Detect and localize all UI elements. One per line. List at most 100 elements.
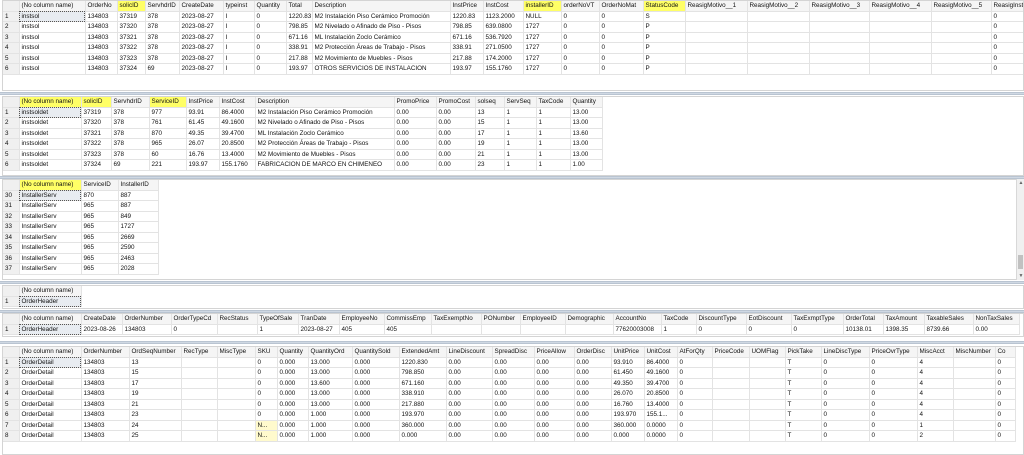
row-number[interactable]: 6	[3, 63, 20, 75]
column-header[interactable]: typeinst	[223, 1, 255, 12]
table-row[interactable]: 33 InstallerServ 965 1727	[3, 221, 159, 233]
column-header[interactable]: ReasigMotivo__3	[809, 1, 870, 12]
table-cell[interactable]: 1220.83	[286, 11, 313, 22]
table-cell[interactable]: 134803	[81, 388, 130, 400]
column-header[interactable]: MiscNumber	[953, 347, 996, 358]
table-cell[interactable]: 134803	[81, 357, 130, 368]
column-header[interactable]: MiscType	[217, 347, 256, 358]
table-cell[interactable]: 155.1760	[483, 63, 524, 75]
column-header[interactable]: ServhdrID	[111, 97, 150, 108]
table-cell[interactable]: 217.88	[286, 53, 313, 64]
table-cell[interactable]: 193.970	[399, 409, 447, 421]
table-cell[interactable]: 4	[917, 388, 954, 400]
table-cell[interactable]: 639.0800	[483, 21, 524, 33]
table-cell[interactable]: 0.00	[436, 159, 476, 171]
table-cell[interactable]: 338.910	[399, 388, 447, 400]
table-cell[interactable]: 37319	[81, 107, 112, 118]
table-cell[interactable]	[749, 378, 786, 389]
column-header[interactable]: orderNoVT	[561, 1, 600, 12]
table-cell[interactable]: 0	[254, 21, 287, 33]
table-cell[interactable]: 0.000	[399, 430, 447, 442]
column-header[interactable]: CreateDate	[81, 314, 123, 325]
table-cell[interactable]: 39.4700	[644, 378, 678, 389]
table-cell[interactable]: 1727	[523, 21, 562, 33]
column-header[interactable]: (No column name)	[19, 314, 82, 325]
table-cell[interactable]	[712, 357, 750, 368]
table-cell[interactable]: 0.00	[574, 420, 612, 431]
table-cell[interactable]: 338.91	[286, 42, 313, 54]
table-cell[interactable]: 0	[991, 42, 1023, 54]
column-header[interactable]: OrderTotal	[843, 314, 884, 325]
table-cell[interactable]	[217, 388, 256, 400]
table-cell[interactable]: P	[643, 21, 686, 33]
row-number[interactable]: 1	[3, 107, 20, 118]
table-cell[interactable]: 2669	[118, 232, 159, 243]
table-cell[interactable]: 0	[791, 324, 844, 335]
table-cell[interactable]	[869, 21, 932, 33]
table-cell[interactable]: 1727	[523, 63, 562, 75]
column-header[interactable]: PriceAllow	[534, 347, 575, 358]
table-cell[interactable]: 26.07	[186, 138, 220, 150]
table-cell[interactable]: 1220.830	[399, 357, 447, 368]
table-cell[interactable]: 0.00	[446, 420, 493, 431]
table-cell[interactable]: 0	[995, 420, 1016, 431]
table-row[interactable]: 1 OrderHeader 2023-08-26 134803 0 1 2023-08-27…	[3, 324, 1020, 335]
column-header[interactable]: OrderNumber	[122, 314, 172, 325]
table-cell[interactable]: 0	[869, 357, 918, 368]
column-header[interactable]: PickTake	[785, 347, 822, 358]
table-cell[interactable]: InstallerServ	[19, 200, 82, 212]
table-cell[interactable]: M2 Protección Áreas de Trabajo - Pisos	[312, 42, 451, 54]
table-cell[interactable]: 23	[475, 159, 505, 171]
table-cell[interactable]: 0.00	[574, 430, 612, 442]
table-cell[interactable]: 134803	[81, 367, 130, 379]
table-cell[interactable]	[809, 63, 870, 75]
table-cell[interactable]: ML Instalación Zoclo Cerámico	[255, 128, 395, 139]
table-cell[interactable]: 0	[991, 53, 1023, 64]
table-cell[interactable]: 405	[384, 324, 432, 335]
table-cell[interactable]: 0	[677, 388, 713, 400]
table-cell[interactable]: instsoldet	[19, 107, 82, 118]
table-cell[interactable]: 0.00	[394, 138, 437, 150]
table-cell[interactable]: 8739.66	[924, 324, 974, 335]
table-cell[interactable]: 15	[129, 367, 182, 379]
table-cell[interactable]: 0.00	[534, 367, 575, 379]
table-cell[interactable]: instsol	[19, 63, 86, 75]
row-number[interactable]: 31	[3, 200, 20, 212]
table-cell[interactable]: 0	[599, 21, 644, 33]
table-cell[interactable]: T	[785, 420, 822, 431]
table-cell[interactable]	[869, 53, 932, 64]
table-cell[interactable]: 1	[661, 324, 697, 335]
table-cell[interactable]: 977	[149, 107, 187, 118]
table-cell[interactable]	[181, 430, 218, 442]
table-cell[interactable]: 0.000	[277, 357, 309, 368]
table-cell[interactable]: 0	[995, 430, 1016, 442]
table-cell[interactable]: 0.00	[394, 107, 437, 118]
table-cell[interactable]: 1	[536, 107, 571, 118]
row-number[interactable]: 34	[3, 232, 20, 243]
row-number[interactable]: 37	[3, 263, 20, 275]
table-cell[interactable]: 671.160	[399, 378, 447, 389]
table-cell[interactable]: 870	[149, 128, 187, 139]
table-cell[interactable]	[712, 430, 750, 442]
table-cell[interactable]: 134803	[81, 409, 130, 421]
table-cell[interactable]	[747, 63, 810, 75]
column-header[interactable]: TaxAmount	[883, 314, 925, 325]
table-row[interactable]: 37 InstallerServ 965 2028	[3, 263, 159, 275]
table-cell[interactable]: 798.85	[450, 21, 484, 33]
table-cell[interactable]: 0.00	[446, 430, 493, 442]
row-number[interactable]: 2	[3, 117, 20, 129]
table-cell[interactable]: 0	[677, 430, 713, 442]
table-cell[interactable]: 0	[821, 399, 870, 410]
column-header[interactable]: TranDate	[298, 314, 340, 325]
table-cell[interactable]: InstallerServ	[19, 232, 82, 243]
table-cell[interactable]: 798.850	[399, 367, 447, 379]
table-cell[interactable]: 1	[257, 324, 299, 335]
results-grid-orderdetail[interactable]: (No column name) OrderNumber OrdSeqNumber R…	[2, 346, 1024, 455]
table-cell[interactable]: 0.00	[492, 430, 535, 442]
scroll-down-arrow-icon[interactable]: ▼	[1017, 272, 1024, 280]
table-cell[interactable]: 0	[995, 378, 1016, 389]
table-cell[interactable]: 0	[677, 367, 713, 379]
table-cell[interactable]: 1	[917, 420, 954, 431]
table-cell[interactable]: 21	[129, 399, 182, 410]
table-cell[interactable]: 1398.35	[883, 324, 925, 335]
